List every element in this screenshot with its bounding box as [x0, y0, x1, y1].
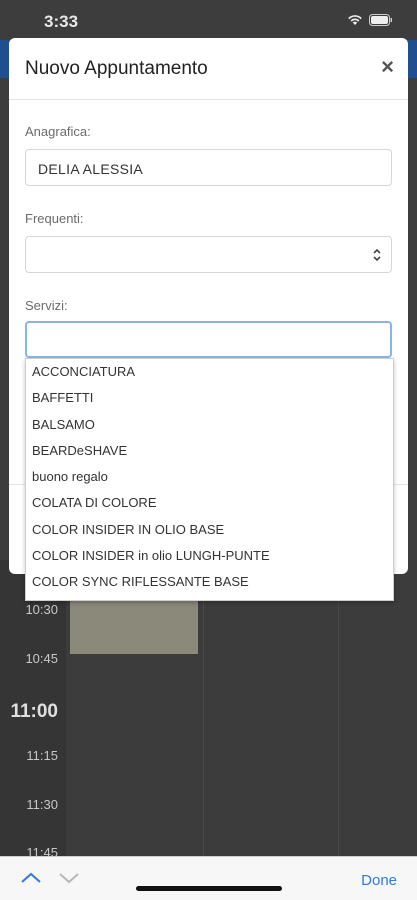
anagrafica-field[interactable]: DELIA ALESSIA — [25, 149, 392, 186]
frequenti-select[interactable] — [25, 236, 392, 273]
status-time: 3:33 — [44, 12, 79, 31]
dropdown-option[interactable]: COLATA DI COLORE — [26, 490, 393, 516]
chevron-up-icon[interactable] — [20, 871, 42, 890]
status-bar: 3:33 — [0, 0, 417, 40]
calendar-view: 10:30 10:45 11:00 11:15 11:30 11:45 — [0, 560, 417, 860]
servizi-search-input[interactable] — [25, 321, 392, 358]
dropdown-option[interactable]: buono regalo — [26, 464, 393, 490]
services-dropdown: ACCONCIATURA BAFFETTI BALSAMO BEARDeSHAV… — [25, 358, 394, 601]
time-label: 11:15 — [26, 748, 58, 763]
day-divider — [203, 560, 204, 860]
wifi-icon — [347, 14, 363, 26]
home-indicator — [136, 886, 282, 891]
dropdown-option[interactable]: COLOR INSIDER in olio LUNGH-PUNTE — [26, 543, 393, 569]
select-updown-icon — [371, 247, 383, 268]
dropdown-option[interactable]: BALSAMO — [26, 412, 393, 438]
dropdown-option[interactable]: COLOR SYNC RIFLESSANTE BASE — [26, 569, 393, 595]
time-label: 10:45 — [25, 651, 58, 666]
done-button[interactable]: Done — [361, 872, 397, 889]
time-label: 10:30 — [25, 602, 58, 617]
anagrafica-label: Anagrafica: — [25, 124, 91, 139]
time-column: 10:30 10:45 11:00 11:15 11:30 11:45 — [0, 560, 66, 860]
anagrafica-value: DELIA ALESSIA — [38, 161, 144, 177]
time-label-hour: 11:00 — [10, 701, 58, 722]
dropdown-option[interactable]: ACCONCIATURA — [26, 359, 393, 385]
dropdown-option[interactable]: BEARDeSHAVE — [26, 438, 393, 464]
battery-icon — [369, 14, 393, 26]
day-divider — [338, 560, 339, 860]
status-icons — [347, 14, 393, 26]
app-screen: 3:33 10:30 10:45 11:00 11:15 11:30 11:45… — [0, 0, 417, 900]
chevron-down-icon[interactable] — [58, 871, 80, 890]
servizi-label: Servizi: — [25, 298, 68, 313]
time-label: 11:30 — [26, 797, 58, 812]
modal-title: Nuovo Appuntamento — [25, 58, 208, 79]
modal-header: Nuovo Appuntamento × — [9, 38, 408, 100]
close-button[interactable]: × — [381, 54, 394, 80]
frequenti-label: Frequenti: — [25, 211, 84, 226]
keyboard-accessory-bar: Done — [0, 856, 417, 900]
dropdown-option[interactable]: BAFFETTI — [26, 385, 393, 411]
dropdown-option[interactable]: COLOR INSIDER IN OLIO BASE — [26, 517, 393, 543]
